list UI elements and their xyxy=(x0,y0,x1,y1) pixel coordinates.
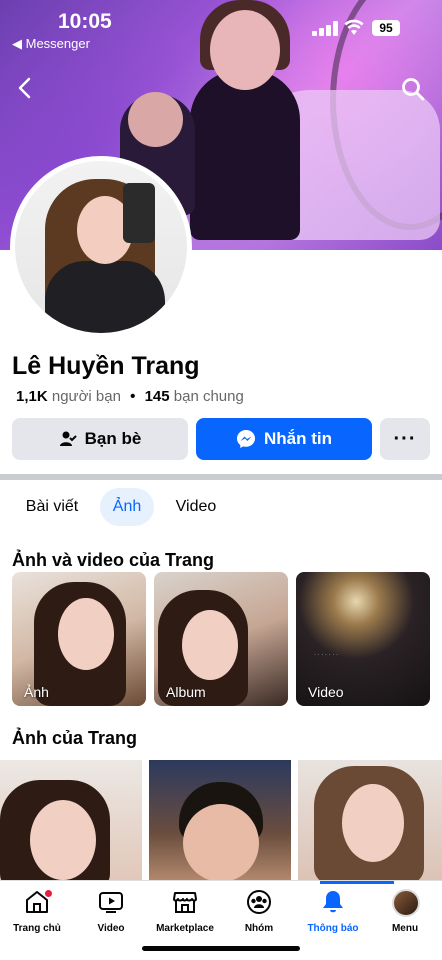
message-button-label: Nhắn tin xyxy=(264,429,332,448)
nav-home[interactable]: Trang chủ xyxy=(0,881,74,941)
photo-2-face xyxy=(183,804,259,882)
nav-groups[interactable]: Nhóm xyxy=(222,881,296,941)
home-indicator xyxy=(142,946,300,951)
friends-label: người bạn xyxy=(51,388,121,405)
albums-section-title: Ảnh và video của Trang xyxy=(12,550,215,570)
wifi-icon xyxy=(344,19,364,35)
nav-menu-label: Menu xyxy=(391,923,419,934)
album-videos-caption: · · · · · · · xyxy=(314,652,338,658)
battery-indicator: 95 xyxy=(372,20,400,36)
message-button[interactable]: Nhắn tin xyxy=(196,418,372,460)
album-videos[interactable]: · · · · · · · Video xyxy=(296,572,430,706)
back-arrow-icon[interactable] xyxy=(14,76,38,100)
profile-name: Lê Huyền Trang xyxy=(12,352,200,380)
nav-marketplace-label: Marketplace xyxy=(156,923,214,934)
bell-icon xyxy=(323,891,343,913)
friends-count: 1,1K xyxy=(16,388,48,405)
profile-avatar[interactable] xyxy=(10,156,192,338)
mutual-label: bạn chung xyxy=(173,388,244,405)
tab-video[interactable]: Video xyxy=(162,488,230,526)
album-albums-face xyxy=(182,610,238,680)
marketplace-icon xyxy=(173,892,197,913)
nav-video[interactable]: Video xyxy=(74,881,148,941)
avatar-body xyxy=(45,261,165,333)
album-photos-face xyxy=(58,598,114,670)
cover-person xyxy=(190,70,300,240)
messenger-icon xyxy=(237,430,255,448)
nav-video-label: Video xyxy=(97,923,125,934)
mutual-count: 145 xyxy=(144,388,170,405)
section-divider xyxy=(0,474,442,480)
groups-icon xyxy=(247,890,271,914)
more-options-button[interactable]: ··· xyxy=(380,418,430,460)
photo-thumbnail-2[interactable] xyxy=(149,760,291,882)
menu-avatar-icon xyxy=(392,889,420,917)
status-bar: 10:05 ◀ Messenger 95 xyxy=(0,0,442,54)
tab-posts[interactable]: Bài viết xyxy=(14,488,90,526)
search-icon[interactable] xyxy=(400,76,426,102)
photo-1-face xyxy=(30,800,96,880)
nav-groups-label: Nhóm xyxy=(244,923,274,934)
friends-button-label: Bạn bè xyxy=(84,429,142,448)
cover-child-head xyxy=(128,92,183,147)
album-photos[interactable]: Ảnh xyxy=(12,572,146,706)
nav-notifications[interactable]: Thông báo xyxy=(296,881,370,941)
album-albums[interactable]: Album xyxy=(154,572,288,706)
nav-menu[interactable]: Menu xyxy=(368,881,442,941)
friend-check-icon xyxy=(59,431,77,446)
photos-section-title: Ảnh của Trang xyxy=(12,728,138,748)
nav-notifications-label: Thông báo xyxy=(307,923,359,934)
status-time: 10:05 xyxy=(58,10,112,33)
album-photos-label: Ảnh xyxy=(24,684,49,700)
friends-button[interactable]: Bạn bè xyxy=(12,418,188,460)
nav-home-label: Trang chủ xyxy=(13,923,61,934)
separator-dot: • xyxy=(130,388,136,405)
cellular-signal-icon xyxy=(312,20,338,36)
back-to-app-link[interactable]: ◀ Messenger xyxy=(12,36,90,52)
photo-3-face xyxy=(342,784,404,862)
video-icon xyxy=(99,892,123,913)
photo-thumbnail-1[interactable] xyxy=(0,760,142,882)
friends-summary[interactable]: 1,1K người bạn • 145 bạn chung xyxy=(16,388,244,405)
album-albums-label: Album xyxy=(166,684,206,700)
profile-tabs: Bài viết Ảnh Video xyxy=(0,486,442,530)
notification-badge xyxy=(44,889,53,898)
tab-photos[interactable]: Ảnh xyxy=(100,488,154,526)
photo-thumbnail-3[interactable] xyxy=(298,760,442,882)
avatar-phone xyxy=(123,183,155,243)
album-videos-label: Video xyxy=(308,684,344,700)
nav-marketplace[interactable]: Marketplace xyxy=(148,881,222,941)
